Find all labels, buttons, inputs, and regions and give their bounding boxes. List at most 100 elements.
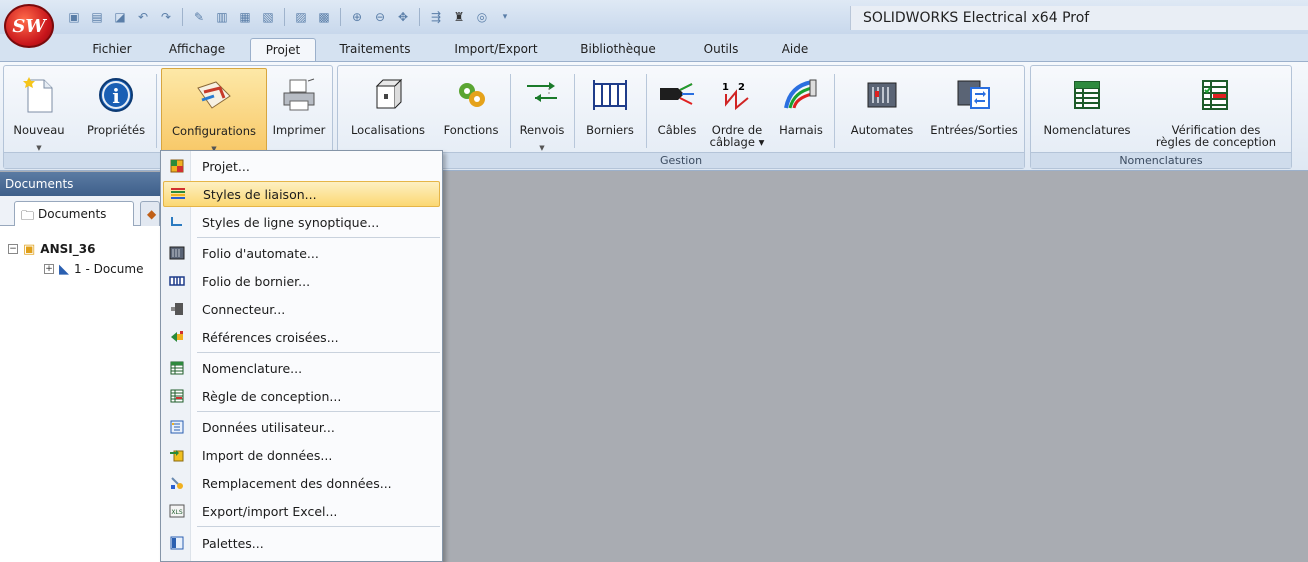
new-document-icon (19, 76, 59, 114)
harnais-button[interactable]: Harnais (772, 68, 830, 152)
verif-label-line2: règles de conception (1155, 135, 1277, 149)
menu-separator (197, 352, 440, 353)
localisations-button[interactable]: Localisations (344, 68, 432, 152)
configurations-button[interactable]: Configurations ▼ (161, 68, 267, 153)
tree-node-project[interactable]: − ▣ ANSI_36 (8, 240, 95, 258)
plc-icon (862, 76, 902, 114)
menu-item-folio-bornier[interactable]: Folio de bornier... (163, 268, 440, 294)
location-box-icon (368, 76, 408, 114)
application-button[interactable]: SW (4, 4, 54, 48)
menu-item-styles-de-liaison[interactable]: Styles de liaison... (163, 181, 440, 207)
tab-fichier[interactable]: Fichier (82, 38, 142, 62)
info-icon: i (96, 76, 136, 114)
bom-table-icon (1067, 76, 1107, 114)
paste-special-icon[interactable]: ▧ (258, 8, 278, 26)
tab-outils[interactable]: Outils (696, 38, 746, 62)
fonctions-button[interactable]: Fonctions (436, 68, 506, 152)
tree-project-label: ANSI_36 (40, 242, 96, 256)
ordre-de-cablage-button[interactable]: 12 Ordre de câblage ▾ (704, 68, 770, 152)
doc2-icon[interactable]: ▩ (314, 8, 334, 26)
snap-icon[interactable]: ⇶ (426, 8, 446, 26)
connector-icon (165, 300, 189, 318)
save-icon[interactable]: ▤ (87, 8, 107, 26)
copy-icon[interactable]: ▥ (212, 8, 232, 26)
qat-separator (182, 8, 183, 26)
plc-icon (165, 244, 189, 262)
import-data-icon (165, 446, 189, 464)
tab-aide[interactable]: Aide (772, 38, 818, 62)
pan-icon[interactable]: ✥ (393, 8, 413, 26)
binoculars-icon[interactable]: ♜ (449, 8, 469, 26)
menu-separator (197, 526, 440, 527)
imprimer-button[interactable]: Imprimer (268, 68, 330, 152)
automates-button[interactable]: Automates (838, 68, 926, 152)
tab-affichage[interactable]: Affichage (154, 38, 240, 62)
ribbon-separator (646, 74, 647, 148)
proprietes-button[interactable]: i Propriétés (80, 68, 152, 152)
terminal-strip-icon (165, 272, 189, 290)
tree-node-book[interactable]: + ◣ 1 - Docume (44, 260, 143, 278)
menu-item-regle-conception[interactable]: Règle de conception... (163, 383, 440, 409)
palettes-icon (165, 534, 189, 552)
user-data-icon (165, 418, 189, 436)
print-preview-icon[interactable]: ◪ (110, 8, 130, 26)
menu-item-references-croisees[interactable]: Références croisées... (163, 324, 440, 350)
qat-separator (284, 8, 285, 26)
window-title: SOLIDWORKS Electrical x64 Prof (850, 6, 1308, 30)
replace-data-icon (165, 474, 189, 492)
draw-icon[interactable]: ✎ (189, 8, 209, 26)
doc-icon[interactable]: ▨ (291, 8, 311, 26)
renvois-button[interactable]: Renvois ▼ (514, 68, 570, 152)
entrees-sorties-button[interactable]: Entrées/Sorties (926, 68, 1022, 152)
wire-styles-icon (166, 185, 190, 203)
find-icon[interactable]: ◎ (472, 8, 492, 26)
menu-item-palettes[interactable]: Palettes... (163, 530, 440, 556)
menu-item-projet[interactable]: Projet... (163, 153, 440, 179)
ribbon-separator (156, 74, 157, 148)
bom-table-icon (165, 359, 189, 377)
verification-regles-button[interactable]: Vérification des règles de conception (1143, 68, 1289, 152)
tab-traitements[interactable]: Traitements (330, 38, 420, 62)
tab-documents[interactable]: 🗀 Documents (14, 201, 134, 226)
menu-item-styles-ligne-synoptique[interactable]: Styles de ligne synoptique... (163, 209, 440, 235)
ribbon-separator (510, 74, 511, 148)
collapse-icon[interactable]: − (8, 244, 18, 254)
tab-import-export[interactable]: Import/Export (442, 38, 550, 62)
menu-item-export-import-excel[interactable]: XLS Export/import Excel... (163, 498, 440, 524)
zoom-icon[interactable]: ⊕ (347, 8, 367, 26)
tab-bibliotheque[interactable]: Bibliothèque (570, 38, 666, 62)
printer-icon (279, 76, 319, 114)
menu-item-connecteur[interactable]: Connecteur... (163, 296, 440, 322)
zoom-out-icon[interactable]: ⊖ (370, 8, 390, 26)
qat-customize-icon[interactable]: ▾ (495, 8, 515, 26)
cross-reference-icon (165, 328, 189, 346)
book-icon: ◣ (59, 261, 69, 277)
menu-item-remplacement-donnees[interactable]: Remplacement des données... (163, 470, 440, 496)
group-label-nomenclatures: Nomenclatures (1031, 152, 1291, 168)
nomenclatures-button[interactable]: Nomenclatures (1035, 68, 1139, 152)
quick-access-toolbar: ▣ ▤ ◪ ↶ ↷ ✎ ▥ ▦ ▧ ▨ ▩ ⊕ ⊖ ✥ ⇶ ♜ ◎ ▾ (64, 6, 515, 28)
menu-item-donnees-utilisateur[interactable]: Données utilisateur... (163, 414, 440, 440)
project-icon[interactable]: ▣ (64, 8, 84, 26)
expand-icon[interactable]: + (44, 264, 54, 274)
menu-item-import-donnees[interactable]: Import de données... (163, 442, 440, 468)
ordre-label-line2: câblage (709, 135, 755, 149)
svg-text:1: 1 (722, 82, 729, 93)
nouveau-button[interactable]: Nouveau ▼ (8, 68, 70, 152)
redo-icon[interactable]: ↷ (156, 8, 176, 26)
harness-icon (781, 76, 821, 114)
borniers-button[interactable]: Borniers (578, 68, 642, 152)
configurations-dropdown-menu: Projet... Styles de liaison... Styles de… (160, 150, 443, 562)
project-cube-icon (165, 157, 189, 175)
cables-button[interactable]: Câbles (650, 68, 704, 152)
tab-components[interactable]: ◆ (140, 201, 160, 226)
ribbon-separator (574, 74, 575, 148)
paste-icon[interactable]: ▦ (235, 8, 255, 26)
undo-icon[interactable]: ↶ (133, 8, 153, 26)
menu-item-nomenclature[interactable]: Nomenclature... (163, 355, 440, 381)
tab-projet[interactable]: Projet (250, 38, 316, 62)
menu-separator (197, 237, 440, 238)
design-rule-icon (165, 387, 189, 405)
documents-tab-icon: 🗀 (21, 209, 35, 224)
menu-item-folio-automate[interactable]: Folio d'automate... (163, 240, 440, 266)
